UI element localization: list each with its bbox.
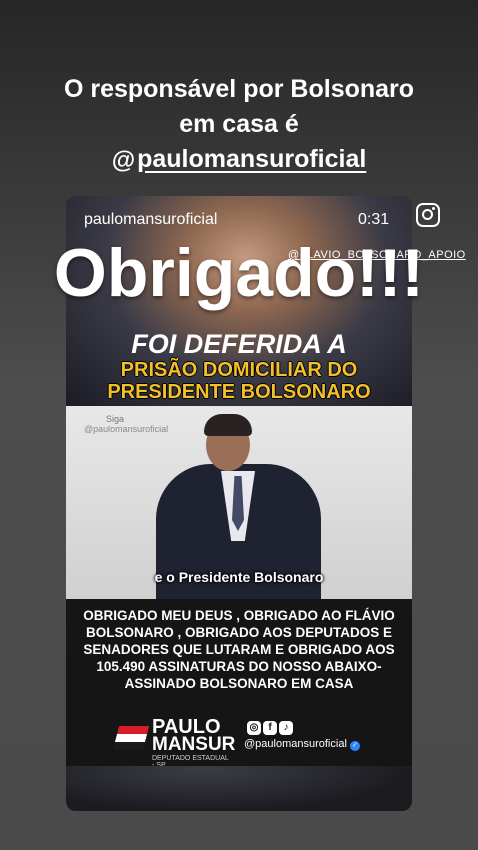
- headline-line-1: FOI DEFERIDA A: [131, 329, 347, 359]
- verified-icon: ✓: [349, 741, 360, 751]
- thank-you-text: OBRIGADO MEU DEUS , OBRIGADO AO FLÁVIO B…: [83, 608, 395, 691]
- tiktok-icon: ♪: [279, 721, 293, 735]
- speaker-hair: [204, 414, 252, 436]
- caption-line-2: em casa é: [179, 110, 299, 138]
- flag-icon: [112, 726, 150, 750]
- at-icon: @: [111, 147, 136, 174]
- caption-line-1: O responsável por Bolsonaro: [63, 75, 415, 103]
- video-subtitle: e o Presidente Bolsonaro: [154, 569, 324, 585]
- bottom-photo: [66, 766, 412, 811]
- headline-lines: PRISÃO DOMICILIAR DO PRESIDENTE BOLSONAR…: [66, 359, 412, 403]
- facebook-icon: f: [263, 721, 277, 735]
- siga-label: Siga: [106, 414, 125, 424]
- brand-name-2: MANSUR: [152, 734, 236, 755]
- embedded-video[interactable]: Siga @paulomansuroficial e o Presidente …: [66, 406, 412, 599]
- overlay-text: Obrigado!!!: [53, 235, 425, 311]
- headline-line-2: PRISÃO DOMICILIAR DO: [120, 359, 358, 381]
- reel-duration: 0:31: [358, 211, 390, 228]
- instagram-icon[interactable]: [416, 203, 440, 227]
- mention-sticker[interactable]: @paulomansuroficial: [0, 142, 478, 178]
- headline-line-3: PRESIDENTE BOLSONARO: [107, 381, 371, 403]
- instagram-icon: ◎: [247, 721, 261, 735]
- mention-text: paulomansuroficial: [137, 145, 367, 173]
- story-screen: O responsável por Bolsonaro em casa é @p…: [0, 0, 478, 850]
- brand-logo: PAULO MANSUR DEPUTADO ESTADUAL - SP: [112, 716, 235, 769]
- social-icons: ◎ f ♪: [247, 721, 293, 735]
- social-handle: @paulomansuroficial ✓: [244, 738, 360, 751]
- reel-username[interactable]: paulomansuroficial: [84, 211, 217, 229]
- story-caption: O responsável por Bolsonaro em casa é @p…: [0, 72, 478, 178]
- video-handle: @paulomansuroficial: [84, 424, 169, 434]
- social-handle-text: @paulomansuroficial: [244, 738, 347, 750]
